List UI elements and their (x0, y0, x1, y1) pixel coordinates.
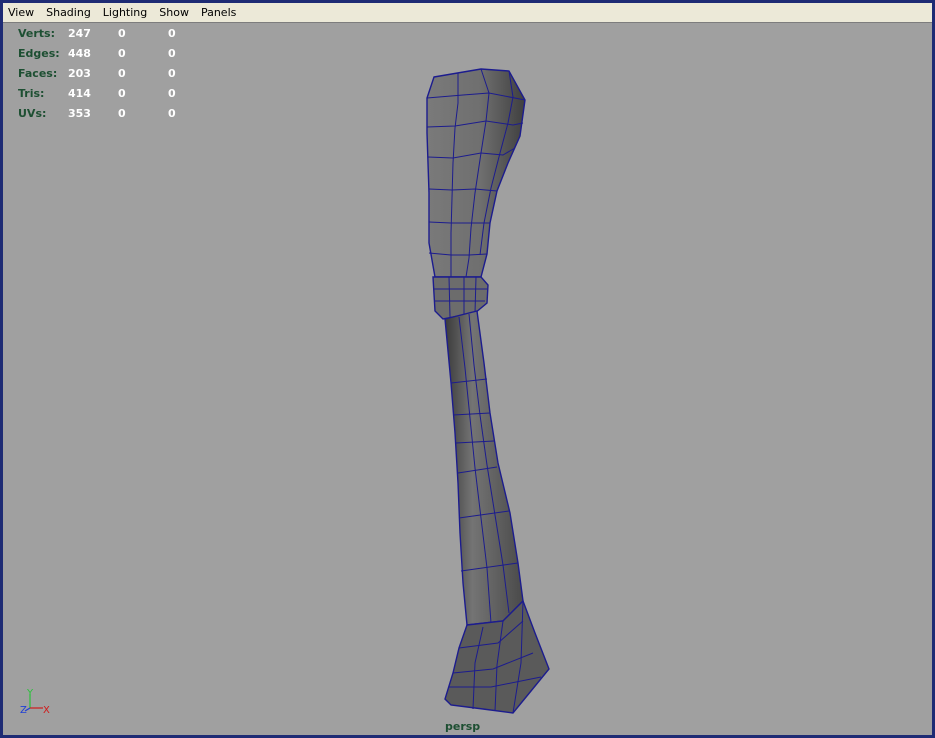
hud-value: 448 (68, 47, 91, 60)
hud-label: Tris: (18, 87, 45, 100)
menu-shading[interactable]: Shading (40, 4, 97, 22)
3d-viewport[interactable]: Verts: 247 0 0 Edges: 448 0 0 Faces: 203… (3, 23, 932, 735)
hud-label: Edges: (18, 47, 60, 60)
menu-lighting[interactable]: Lighting (97, 4, 153, 22)
hud-value: 0 (168, 47, 176, 60)
leg-bone-mesh[interactable] (3, 23, 932, 735)
hud-value: 0 (168, 27, 176, 40)
hud-value: 353 (68, 107, 91, 120)
viewport-window: View Shading Lighting Show Panels Verts:… (0, 0, 935, 738)
camera-label: persp (445, 720, 481, 733)
menu-show[interactable]: Show (153, 4, 195, 22)
axis-x-label: X (43, 705, 50, 716)
thigh-segment (426, 68, 526, 278)
hud-label: UVs: (18, 107, 47, 120)
hud-value: 0 (168, 87, 176, 100)
hud-label: Verts: (18, 27, 56, 40)
hud-value: 0 (118, 67, 126, 80)
hud-value: 203 (68, 67, 91, 80)
axis-z-label: Z (20, 705, 27, 716)
menu-view[interactable]: View (3, 4, 40, 22)
panel-menubar: View Shading Lighting Show Panels (3, 3, 932, 23)
shin-segment (444, 310, 524, 626)
hud-value: 0 (168, 67, 176, 80)
menu-panels[interactable]: Panels (195, 4, 242, 22)
hud-value: 0 (118, 87, 126, 100)
hud-label: Faces: (18, 67, 58, 80)
hud-value: 247 (68, 27, 91, 40)
hud-value: 0 (118, 27, 126, 40)
hud-value: 0 (168, 107, 176, 120)
hud-value: 0 (118, 47, 126, 60)
axis-y-label: Y (26, 688, 34, 699)
hud-value: 0 (118, 107, 126, 120)
axis-gizmo-icon: Y Z X (20, 688, 50, 716)
hud-value: 414 (68, 87, 91, 100)
knee-segment (432, 276, 489, 320)
